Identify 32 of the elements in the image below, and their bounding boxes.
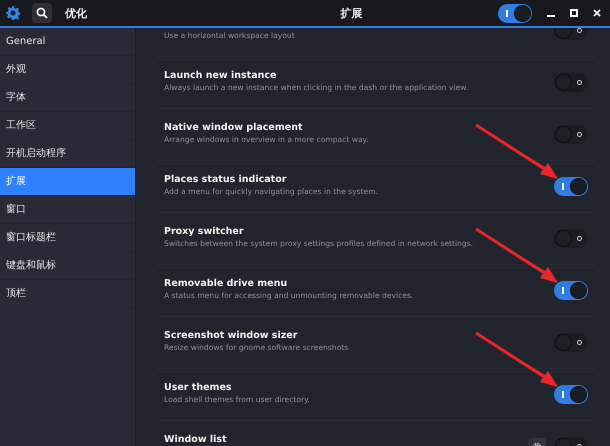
extension-title: Proxy switcher (164, 226, 245, 238)
sidebar-item[interactable]: General (0, 28, 135, 56)
extension-switch[interactable] (554, 73, 588, 92)
extension-switch[interactable] (554, 229, 588, 248)
sidebar-item[interactable]: 窗口 (0, 196, 135, 224)
search-icon (36, 7, 48, 19)
extension-title: User themes (164, 382, 233, 394)
sidebar-item[interactable]: 顶栏 (0, 280, 135, 308)
extension-title: Launch new instance (164, 70, 278, 82)
sidebar-item[interactable]: 窗口标题栏 (0, 224, 135, 252)
sidebar-item[interactable]: 工作区 (0, 112, 135, 140)
extension-switch[interactable] (554, 125, 588, 144)
extension-title: Native window placement (164, 122, 304, 134)
sidebar-item[interactable]: 外观 (0, 56, 135, 84)
sidebar-item[interactable]: 字体 (0, 84, 135, 112)
extension-title: Removable drive menu (164, 278, 288, 290)
extensions-switch[interactable] (498, 4, 532, 22)
extension-switch[interactable] (554, 385, 588, 404)
search-button[interactable] (32, 3, 52, 23)
extension-switch[interactable] (554, 281, 588, 300)
sidebar-item[interactable]: 扩展 (0, 168, 135, 196)
extension-title: Window list (164, 434, 228, 446)
extension-title: Places status indicator (164, 174, 288, 186)
page-title: 扩展 (340, 6, 362, 20)
sidebar-item[interactable]: 键盘和鼠标 (0, 252, 135, 280)
app-title: 优化 (65, 6, 87, 20)
maximize-icon[interactable] (570, 9, 578, 17)
settings-icon[interactable] (6, 6, 20, 20)
extension-switch[interactable] (554, 333, 588, 352)
extension-switch[interactable] (554, 177, 588, 196)
close-icon[interactable] (593, 9, 601, 17)
extension-title: Screenshot window sizer (164, 330, 298, 342)
